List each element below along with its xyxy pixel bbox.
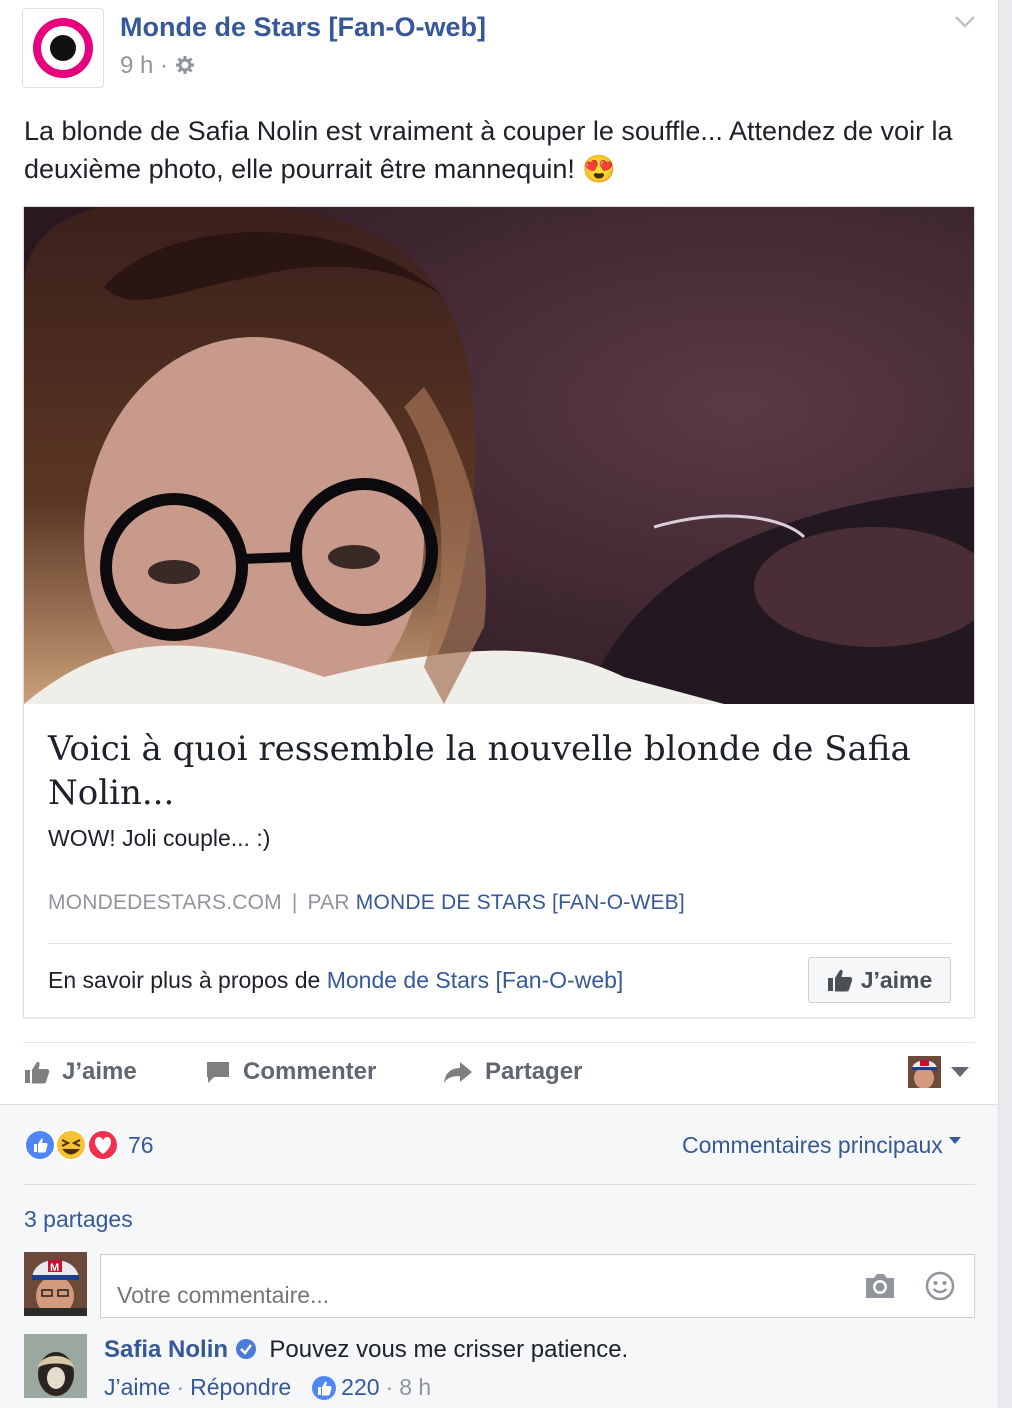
- reaction-count: 76: [128, 1131, 154, 1158]
- like-action-label: J’aime: [62, 1058, 137, 1085]
- comment-reply-link[interactable]: Répondre: [190, 1374, 291, 1401]
- dot-separator: ·: [176, 1374, 185, 1400]
- post-timestamp[interactable]: 9 h: [120, 52, 153, 79]
- by-prefix: PAR: [307, 891, 350, 914]
- verified-badge-icon: [235, 1339, 256, 1359]
- link-domain: MONDEDESTARS.COM: [48, 891, 282, 914]
- footer-prefix: En savoir plus à propos de: [48, 967, 321, 993]
- reaction-icons: [24, 1129, 119, 1161]
- share-action-button[interactable]: Partager: [443, 1058, 582, 1086]
- post-meta: 9 h ·: [120, 52, 195, 80]
- avatar: [908, 1056, 941, 1088]
- page-scroll-edge: [998, 0, 1012, 1408]
- author-link[interactable]: MONDE DE STARS [FAN-O-WEB]: [356, 891, 685, 914]
- camera-icon[interactable]: [863, 1272, 897, 1300]
- actions-divider: [23, 1042, 975, 1043]
- post-options-chevron-icon[interactable]: [950, 12, 980, 32]
- meta-dot: ·: [160, 52, 169, 79]
- comment-sort-dropdown[interactable]: Commentaires principaux: [682, 1132, 962, 1159]
- avatar[interactable]: M: [24, 1252, 87, 1316]
- link-title[interactable]: Voici à quoi ressemble la nouvelle blond…: [48, 727, 928, 815]
- page-avatar[interactable]: [22, 8, 104, 88]
- comment-like-link[interactable]: J’aime: [104, 1374, 170, 1401]
- link-description: WOW! Joli couple... :): [48, 825, 271, 851]
- share-action-label: Partager: [485, 1058, 583, 1085]
- caret-down-icon: [949, 1137, 962, 1144]
- like-page-button[interactable]: J’aime: [808, 957, 951, 1003]
- avatar[interactable]: [24, 1334, 87, 1398]
- svg-text:M: M: [50, 1262, 59, 1274]
- comment-text: Pouvez vous me crisser patience.: [269, 1336, 629, 1363]
- stats-divider: [24, 1184, 975, 1185]
- user-photo: M: [24, 1252, 87, 1316]
- link-preview-image[interactable]: [24, 207, 974, 704]
- reactions-summary[interactable]: 76: [24, 1128, 154, 1162]
- like-page-label: J’aime: [860, 966, 933, 993]
- shares-link[interactable]: 3 partages: [24, 1206, 133, 1233]
- page-logo-icon: [33, 18, 93, 78]
- comment-timestamp[interactable]: 8 h: [399, 1374, 431, 1401]
- comment-action-button[interactable]: Commenter: [205, 1058, 376, 1086]
- link-preview-card[interactable]: Voici à quoi ressemble la nouvelle blond…: [23, 206, 975, 1018]
- thumbs-up-icon: [827, 969, 852, 992]
- comment-actions: J’aime · Répondre 220 · 8 h: [104, 1374, 431, 1401]
- link-source: MONDEDESTARS.COM | PAR MONDE DE STARS [FAN…: [48, 891, 685, 915]
- comment-input[interactable]: [100, 1254, 975, 1318]
- thumbs-up-icon: [25, 1061, 50, 1084]
- footer-page-link[interactable]: Monde de Stars [Fan-O-web]: [327, 967, 624, 993]
- like-action-button[interactable]: J’aime: [24, 1058, 137, 1086]
- like-reaction-icon: [312, 1375, 337, 1400]
- comment-action-label: Commenter: [243, 1058, 377, 1085]
- comment-body: Safia Nolin Pouvez vous me crisser patie…: [104, 1336, 628, 1364]
- identity-switcher[interactable]: [908, 1056, 969, 1088]
- comment-author-link[interactable]: Safia Nolin: [104, 1336, 228, 1363]
- card-divider: [48, 943, 951, 944]
- caret-down-icon: [951, 1067, 969, 1077]
- dot-separator: ·: [385, 1374, 394, 1400]
- commenter-photo: [24, 1334, 87, 1398]
- card-footer: En savoir plus à propos de Monde de Star…: [48, 967, 623, 994]
- emoji-smile-icon[interactable]: [924, 1270, 956, 1302]
- selfie-photo: [24, 207, 974, 704]
- comment-like-count[interactable]: 220: [341, 1374, 379, 1401]
- comment-bubble-icon: [207, 1062, 229, 1083]
- post-card: Monde de Stars [Fan-O-web] 9 h · La blon…: [0, 0, 998, 1408]
- sort-label: Commentaires principaux: [682, 1132, 943, 1158]
- public-gear-icon[interactable]: [175, 55, 195, 75]
- source-separator: |: [291, 891, 298, 914]
- post-status-text: La blonde de Safia Nolin est vraiment à …: [24, 116, 953, 184]
- share-arrow-icon: [444, 1062, 472, 1083]
- page-name-link[interactable]: Monde de Stars [Fan-O-web]: [120, 12, 486, 43]
